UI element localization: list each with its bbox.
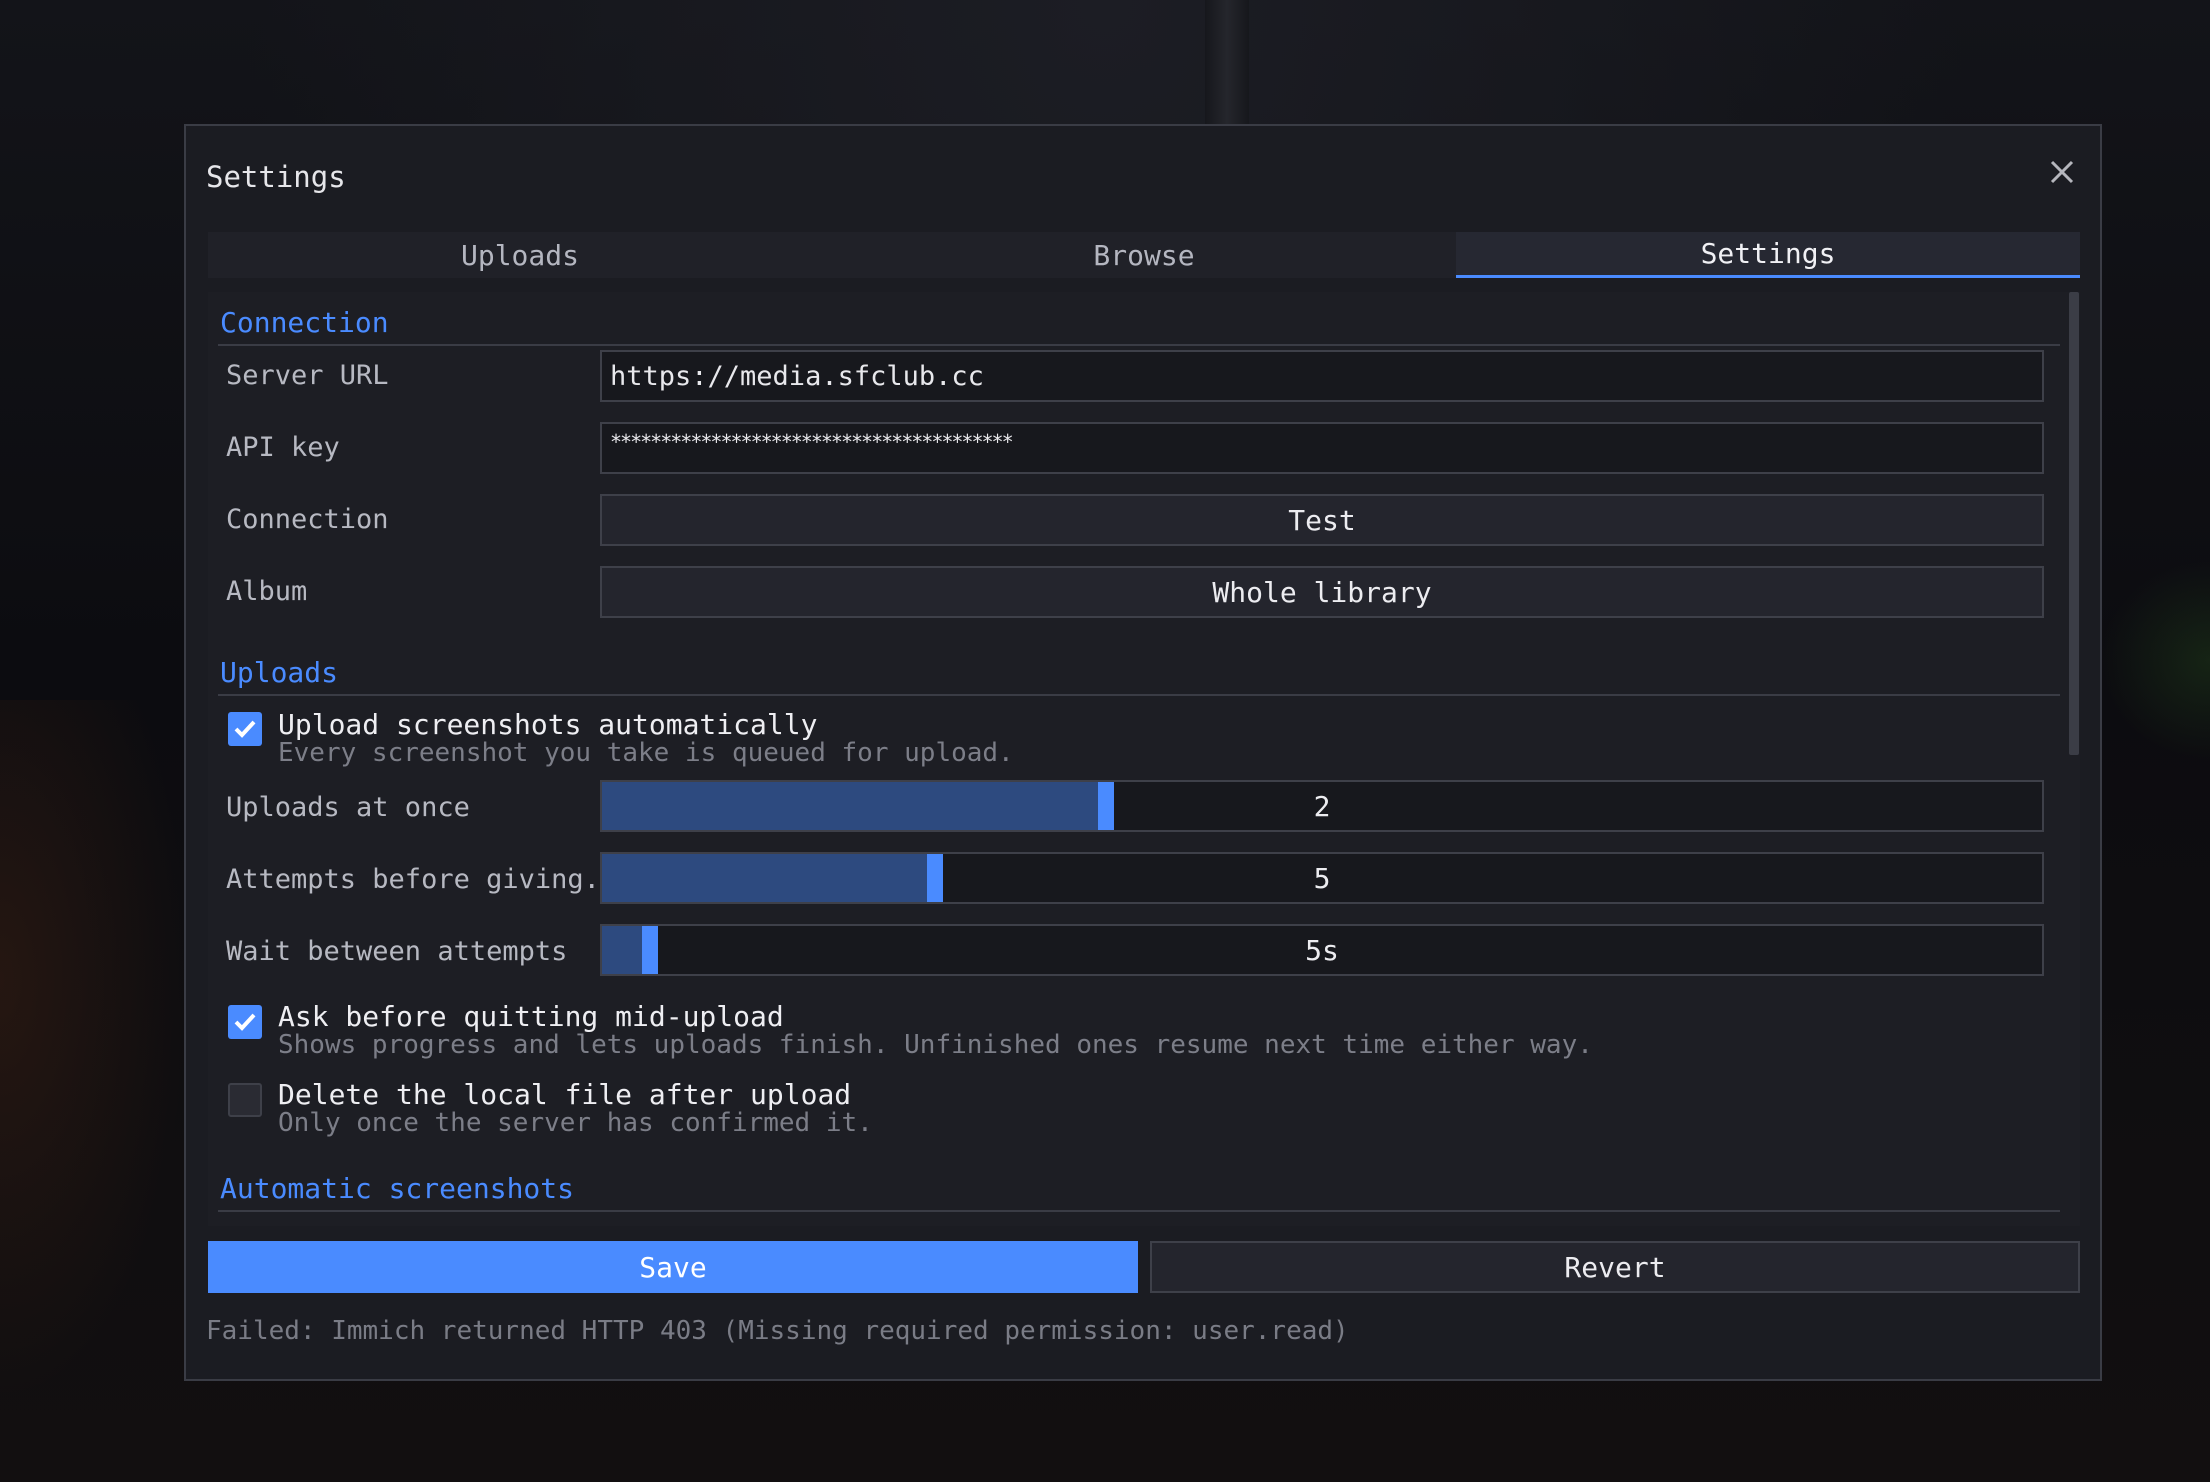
auto-upload-title: Upload screenshots automatically: [278, 708, 818, 741]
server-url-label: Server URL: [226, 360, 389, 391]
tab-browse[interactable]: Browse: [832, 232, 1456, 278]
delete-local-title: Delete the local file after upload: [278, 1078, 852, 1111]
section-divider: [218, 1210, 2060, 1212]
attempts-slider[interactable]: 5: [600, 852, 2044, 904]
slider-value: 5s: [1305, 933, 1339, 967]
settings-dialog: Settings Uploads Browse Settings Connect…: [184, 124, 2102, 1381]
ask-quit-checkbox[interactable]: [228, 1005, 262, 1039]
uploads-at-once-slider[interactable]: 2: [600, 780, 2044, 832]
wait-between-label: Wait between attempts: [226, 936, 568, 967]
uploads-at-once-label: Uploads at once: [226, 792, 470, 823]
section-header-uploads: Uploads: [220, 656, 339, 689]
checkmark-icon: [234, 720, 256, 738]
album-select-button[interactable]: Whole library: [600, 566, 2044, 618]
delete-local-description: Only once the server has confirmed it.: [278, 1108, 873, 1138]
section-divider: [218, 694, 2060, 696]
wait-between-slider[interactable]: 5s: [600, 924, 2044, 976]
checkmark-icon: [234, 1013, 256, 1031]
tab-bar: Uploads Browse Settings: [208, 232, 2080, 278]
ask-quit-title: Ask before quitting mid-upload: [278, 1000, 784, 1033]
revert-button[interactable]: Revert: [1150, 1241, 2080, 1293]
background-glow-left: [0, 700, 190, 1400]
section-divider: [218, 344, 2060, 346]
api-key-input[interactable]: ****************************************: [600, 422, 2044, 474]
api-key-label: API key: [226, 432, 340, 463]
server-url-input[interactable]: https://media.sfclub.cc: [600, 350, 2044, 402]
tab-uploads[interactable]: Uploads: [208, 232, 832, 278]
save-button[interactable]: Save: [208, 1241, 1138, 1293]
album-label: Album: [226, 576, 308, 607]
slider-value: 5: [1313, 861, 1331, 895]
content-scrollbar[interactable]: [2069, 292, 2079, 755]
section-header-connection: Connection: [220, 306, 389, 339]
slider-value: 2: [1313, 789, 1331, 823]
delete-local-checkbox[interactable]: [228, 1083, 262, 1117]
background-glow-right: [2100, 560, 2210, 760]
close-icon[interactable]: [2044, 154, 2080, 190]
background-pillar: [1205, 0, 1249, 124]
status-message: Failed: Immich returned HTTP 403 (Missin…: [206, 1316, 1349, 1346]
connection-label: Connection: [226, 504, 389, 535]
attempts-label: Attempts before giving...: [226, 864, 633, 895]
section-header-automatic-screenshots: Automatic screenshots: [220, 1172, 575, 1205]
test-connection-button[interactable]: Test: [600, 494, 2044, 546]
settings-content[interactable]: Connection Server URL https://media.sfcl…: [208, 292, 2080, 1226]
auto-upload-description: Every screenshot you take is queued for …: [278, 738, 1014, 768]
tab-settings[interactable]: Settings: [1456, 232, 2080, 278]
ask-quit-description: Shows progress and lets uploads finish. …: [278, 1030, 1593, 1060]
dialog-title: Settings: [206, 160, 346, 194]
auto-upload-checkbox[interactable]: [228, 712, 262, 746]
